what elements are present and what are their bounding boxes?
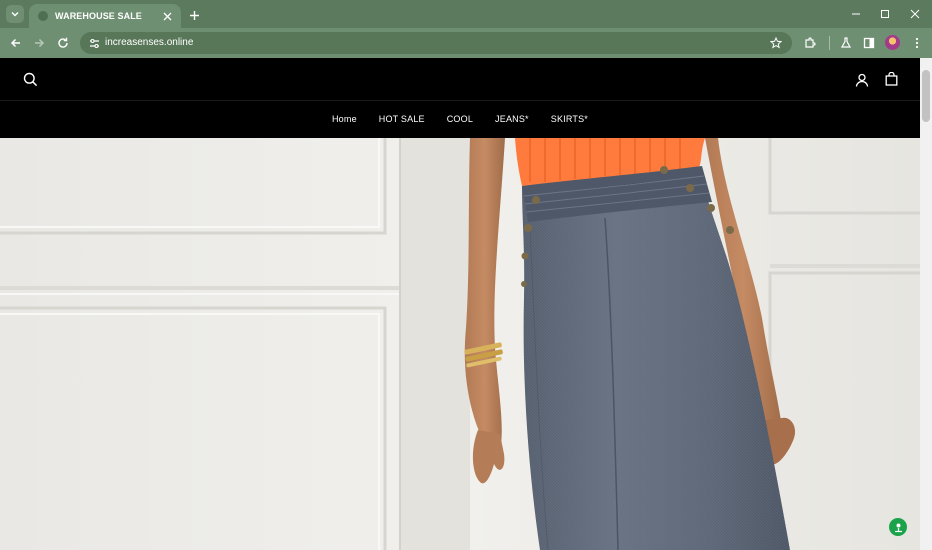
tab-close-button[interactable] xyxy=(161,10,173,22)
toolbar-divider xyxy=(829,36,830,50)
tab-title: WAREHOUSE SALE xyxy=(55,11,142,21)
tune-icon xyxy=(89,38,99,48)
tab-search-button[interactable] xyxy=(6,5,24,23)
arrow-left-icon xyxy=(10,38,20,48)
browser-menu-button[interactable] xyxy=(909,35,925,51)
site-logo[interactable] xyxy=(440,70,500,88)
extensions-button[interactable] xyxy=(802,35,818,51)
account-button[interactable] xyxy=(854,72,870,88)
minimize-icon xyxy=(852,13,860,15)
close-icon xyxy=(910,9,920,19)
page-viewport: Home HOT SALE COOL JEANS* SKIRTS* xyxy=(0,58,920,550)
nav-hot-sale[interactable]: HOT SALE xyxy=(368,110,436,128)
search-icon xyxy=(23,72,37,86)
browser-tab[interactable]: WAREHOUSE SALE xyxy=(29,4,181,28)
page-scrollbar[interactable] xyxy=(920,58,932,550)
hero-illustration xyxy=(0,138,920,550)
more-vert-icon xyxy=(915,37,919,49)
nav-cool[interactable]: COOL xyxy=(436,110,484,128)
cart-button[interactable] xyxy=(883,71,899,87)
hero-banner-image[interactable] xyxy=(0,138,920,550)
chevron-down-icon xyxy=(11,12,19,17)
puzzle-icon xyxy=(805,37,816,48)
address-bar[interactable]: increasenses.online xyxy=(80,32,792,54)
browser-window: WAREHOUSE SALE increasenses.online Home … xyxy=(0,0,932,550)
close-window-button[interactable] xyxy=(907,6,923,22)
side-panel-button[interactable] xyxy=(861,35,877,51)
main-nav: Home HOT SALE COOL JEANS* SKIRTS* xyxy=(0,110,920,128)
profile-avatar[interactable] xyxy=(885,35,900,50)
site-info-button[interactable] xyxy=(86,35,102,51)
minimize-button[interactable] xyxy=(848,6,864,22)
forward-button[interactable] xyxy=(31,35,47,51)
close-icon xyxy=(163,12,171,20)
browser-toolbar: increasenses.online xyxy=(0,28,932,58)
new-tab-button[interactable] xyxy=(186,7,202,23)
header-divider xyxy=(0,100,920,101)
site-header: Home HOT SALE COOL JEANS* SKIRTS* xyxy=(0,58,920,138)
scrollbar-thumb[interactable] xyxy=(922,70,930,122)
nav-skirts[interactable]: SKIRTS* xyxy=(540,110,599,128)
shopping-bag-icon xyxy=(885,72,897,86)
chat-widget-button[interactable] xyxy=(889,518,907,536)
nav-home[interactable]: Home xyxy=(321,110,368,128)
nav-jeans[interactable]: JEANS* xyxy=(484,110,540,128)
plus-icon xyxy=(189,10,199,20)
maximize-icon xyxy=(881,10,889,18)
maximize-button[interactable] xyxy=(877,6,893,22)
chat-icon xyxy=(894,523,902,532)
labs-button[interactable] xyxy=(838,35,854,51)
tab-strip: WAREHOUSE SALE xyxy=(0,0,932,28)
search-button[interactable] xyxy=(22,71,38,87)
arrow-right-icon xyxy=(35,38,45,48)
star-icon xyxy=(770,37,782,49)
flask-icon xyxy=(840,37,852,48)
side-panel-icon xyxy=(863,37,875,49)
back-button[interactable] xyxy=(8,35,24,51)
bookmark-button[interactable] xyxy=(768,35,784,51)
url-text[interactable]: increasenses.online xyxy=(105,37,193,48)
user-icon xyxy=(855,73,869,87)
reload-icon xyxy=(58,37,68,48)
favicon-icon xyxy=(37,10,49,22)
reload-button[interactable] xyxy=(55,35,71,51)
